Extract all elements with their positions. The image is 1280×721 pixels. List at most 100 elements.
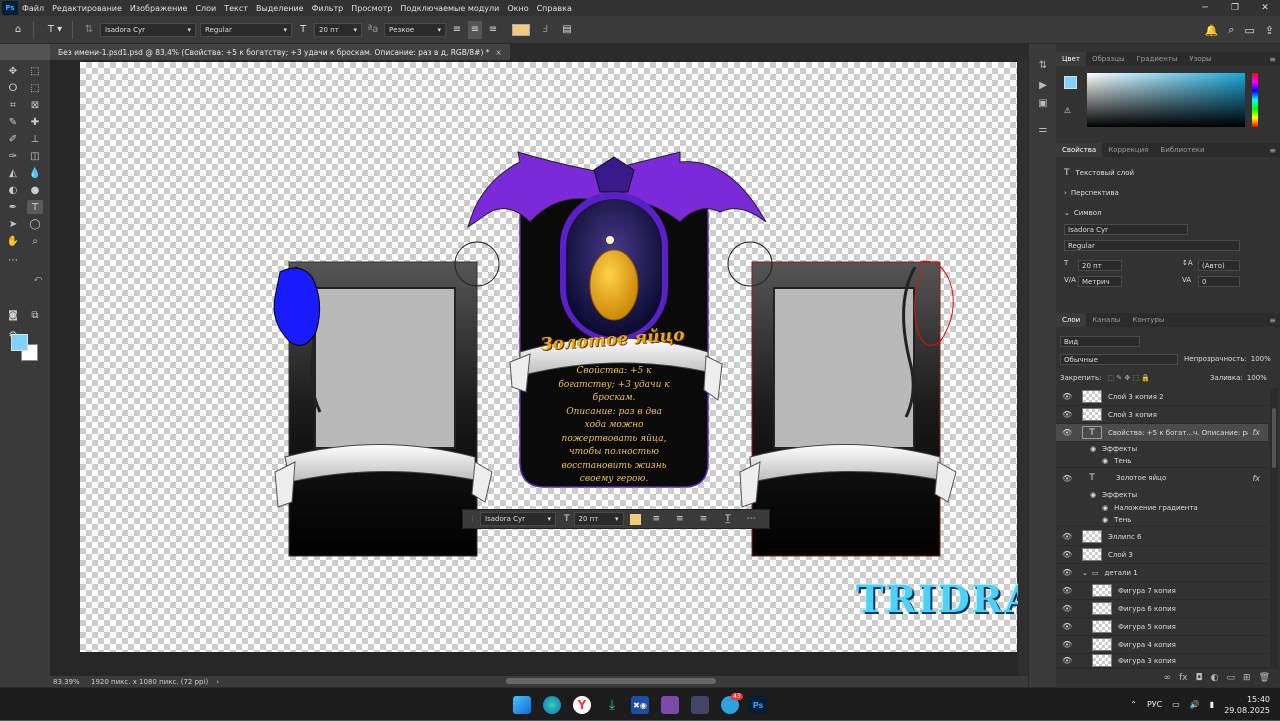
eyedropper-tool-icon[interactable]: ✎ (5, 115, 21, 129)
lasso-tool-icon[interactable]: ⵔ (5, 81, 21, 95)
brush-tool-icon[interactable]: ✐ (5, 132, 21, 146)
comments-panel-icon[interactable]: ▣ (1036, 96, 1050, 110)
layer-row[interactable]: 👁 Фигура 6 копия (1056, 600, 1268, 618)
crop-tool-icon[interactable]: ⌗ (5, 98, 21, 112)
effect-row[interactable]: ◉ Наложение градиента (1056, 501, 1268, 514)
prop-tracking-field[interactable]: 0 (1198, 276, 1240, 287)
marquee-tool-icon[interactable]: ⬚ (27, 64, 43, 78)
float-text-options-icon[interactable]: T̲ (725, 514, 731, 524)
type-tool-preset-icon[interactable]: T ▾ (43, 21, 67, 39)
align-right-icon[interactable]: ≡ (486, 21, 500, 39)
gradient-tool-icon[interactable]: ◭ (5, 166, 21, 180)
eye-icon[interactable]: 👁 (1062, 586, 1074, 595)
layers-scrollbar[interactable] (1270, 388, 1278, 668)
menu-window[interactable]: Окно (503, 4, 532, 13)
prop-size-field[interactable]: 20 пт (1078, 260, 1122, 271)
new-layer-icon[interactable]: ⊞ (1243, 673, 1251, 683)
object-select-tool-icon[interactable]: ⬚ (27, 81, 43, 95)
warp-text-icon[interactable]: Ⅎ (538, 21, 552, 39)
antialias-select[interactable]: Резкое ▾ (384, 22, 446, 37)
swap-colors-icon[interactable]: ⤺ (30, 272, 46, 286)
fx-icon[interactable]: fx (1252, 474, 1260, 483)
layer-row[interactable]: 👁 T Золотое яйцо fx (1056, 468, 1268, 488)
effects-row[interactable]: ◉ Эффекты (1056, 488, 1268, 501)
float-size-select[interactable]: 20 пт ▾ (573, 512, 624, 526)
group-row[interactable]: 👁 ⌄ ▭ детали 1 (1056, 564, 1268, 582)
font-style-select[interactable]: Regular ▾ (200, 22, 292, 37)
prop-font-field[interactable]: Isadora Cyr (1064, 224, 1188, 235)
home-icon[interactable]: ⌂ (8, 21, 28, 39)
float-align-center-icon[interactable]: ≡ (676, 514, 684, 524)
prop-style-field[interactable]: Regular (1064, 240, 1240, 251)
perspective-section[interactable]: › Перспектива (1064, 189, 1119, 197)
history-panel-icon[interactable]: ⇅ (1036, 58, 1050, 72)
dodge-tool-icon[interactable]: ◐ (5, 183, 21, 197)
lock-icons[interactable]: ⬚ ✎ ✥ ⬚ 🔒 (1107, 374, 1150, 382)
text-orientation-icon[interactable]: ⇅ (82, 21, 96, 39)
chevron-down-icon[interactable]: ⌄ (1082, 569, 1088, 577)
frame-tool-icon[interactable]: ⊠ (27, 98, 43, 112)
tray-chevron-icon[interactable]: ⌃ (1130, 700, 1137, 709)
healing-tool-icon[interactable]: ✚ (27, 115, 43, 129)
eye-icon[interactable]: 👁 (1062, 604, 1074, 613)
tab-properties[interactable]: Свойства (1056, 143, 1103, 157)
document-canvas[interactable]: Золотое яйцо Свойства: +5 к богатству; +… (80, 62, 1018, 652)
layer-row[interactable]: 👁 Слой 3 копия 2 (1056, 388, 1268, 406)
float-align-right-icon[interactable]: ≡ (700, 514, 708, 524)
history-brush-icon[interactable]: ✑ (5, 149, 21, 163)
font-family-select[interactable]: Isadora Cyr ▾ (100, 22, 196, 37)
prop-kerning-field[interactable]: Метрич (1078, 276, 1122, 287)
download-app-icon[interactable]: ⤓ (603, 696, 621, 714)
prop-leading-field[interactable]: (Авто) (1198, 260, 1240, 271)
eye-icon[interactable]: ◉ (1102, 516, 1108, 524)
adjust-panel-icon[interactable]: ⚌ (1036, 122, 1050, 136)
font-size-select[interactable]: 20 пт ▾ (314, 22, 362, 37)
menu-file[interactable]: Файл (18, 4, 48, 13)
battery-icon[interactable]: ▮ (1210, 700, 1214, 709)
layer-row[interactable]: 👁 Фигура 7 копия (1056, 582, 1268, 600)
layer-row[interactable]: 👁 Фигура 3 копия (1056, 654, 1268, 668)
menu-plugins[interactable]: Подключаемые модули (396, 4, 503, 13)
layer-row[interactable]: 👁 T Свойства: +5 к богат...ч. Описание: ра… (1056, 424, 1268, 442)
layer-row[interactable]: 👁 Фигура 4 копия (1056, 636, 1268, 654)
search-icon[interactable]: ⌕ (1228, 23, 1234, 37)
effect-row[interactable]: ◉ Тень (1056, 514, 1268, 527)
tab-gradients[interactable]: Градиенты (1131, 52, 1184, 66)
blur-tool-icon[interactable]: 💧 (27, 166, 43, 180)
horizontal-scroll-thumb[interactable] (506, 678, 716, 684)
adjustment-layer-icon[interactable]: ◐ (1211, 673, 1219, 683)
workspace-icon[interactable]: ▭ (1244, 24, 1254, 37)
menu-filter[interactable]: Фильтр (308, 4, 348, 13)
app-icon[interactable]: ✖◉ (631, 696, 649, 714)
panel-menu-icon[interactable]: ≡ (1269, 146, 1276, 155)
pen-tool-icon[interactable]: ✒ (5, 200, 21, 214)
color-fg-swatch[interactable] (1064, 76, 1077, 89)
align-center-icon[interactable]: ≡ (468, 20, 482, 39)
eye-icon[interactable]: 👁 (1062, 532, 1074, 541)
eye-icon[interactable]: ◉ (1102, 457, 1108, 465)
tab-swatches[interactable]: Образцы (1086, 52, 1131, 66)
eye-icon[interactable]: 👁 (1062, 428, 1074, 437)
blend-mode-select[interactable]: Обычные (1060, 354, 1178, 365)
menu-select[interactable]: Выделение (252, 4, 308, 13)
symbol-section[interactable]: ⌄ Символ (1064, 209, 1101, 217)
eraser-tool-icon[interactable]: ◫ (27, 149, 43, 163)
yandex-browser-icon[interactable]: Y (573, 696, 591, 714)
effects-row[interactable]: ◉ Эффекты (1056, 442, 1268, 455)
move-tool-icon[interactable]: ✥ (5, 64, 21, 78)
restore-icon[interactable]: ❐ (1220, 0, 1250, 16)
eye-icon[interactable]: ◉ (1102, 504, 1108, 512)
eye-icon[interactable]: 👁 (1062, 392, 1074, 401)
tab-channels[interactable]: Каналы (1086, 313, 1126, 327)
menu-layers[interactable]: Слои (191, 4, 220, 13)
screen-mode-icon[interactable]: ⧉ (27, 308, 43, 322)
float-font-select[interactable]: Isadora Cyr ▾ (480, 512, 556, 526)
layer-row[interactable]: 👁 Фигура 5 копия (1056, 618, 1268, 636)
text-color-swatch[interactable] (512, 23, 530, 36)
vertical-scrollbar[interactable] (1018, 60, 1034, 676)
ellipse-tool-icon[interactable]: ◯ (27, 217, 43, 231)
eye-icon[interactable]: 👁 (1062, 568, 1074, 577)
link-layers-icon[interactable]: ∞ (1164, 673, 1172, 683)
close-icon[interactable]: ✕ (1250, 0, 1280, 16)
edge-browser-icon[interactable] (543, 696, 561, 714)
